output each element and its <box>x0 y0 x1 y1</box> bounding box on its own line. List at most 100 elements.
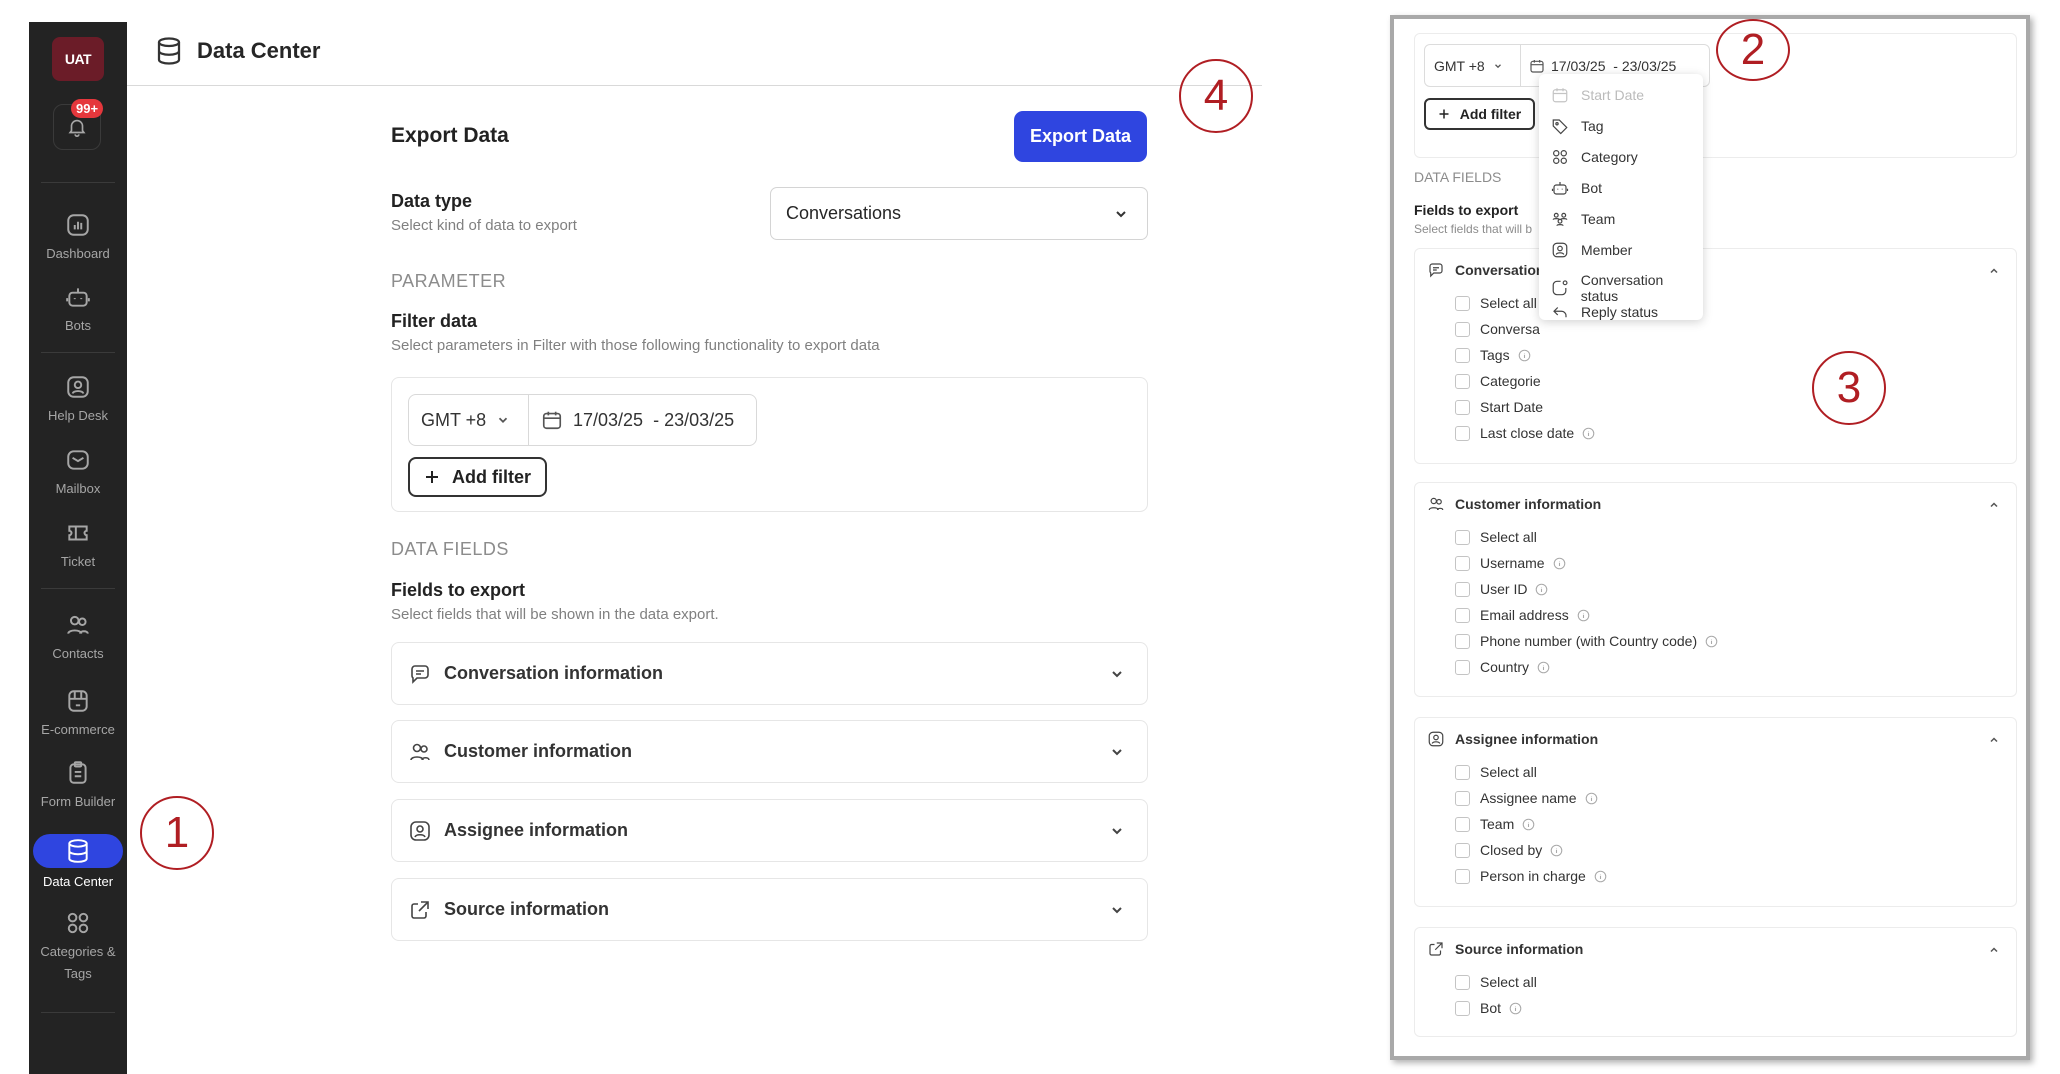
timezone-select[interactable]: GMT +8 <box>409 395 529 445</box>
field-checkbox-row[interactable]: Last close date <box>1455 425 1595 441</box>
field-group-header[interactable]: Source information <box>1427 940 1583 958</box>
field-checkbox-row[interactable]: Select all <box>1455 529 1537 545</box>
fields-to-export-help: Select fields that will be shown in the … <box>391 606 719 623</box>
filter-option-team[interactable]: Team <box>1551 210 1615 228</box>
fields-to-export-help: Select fields that will b <box>1414 222 1533 236</box>
field-label: Select all <box>1480 764 1537 780</box>
add-filter-button[interactable]: Add filter <box>408 457 547 497</box>
sidebar-item-ticket[interactable]: Ticket <box>29 520 127 573</box>
field-checkbox-row[interactable]: Select all <box>1455 764 1537 780</box>
sidebar-item-categories-tags[interactable]: Categories & Tags <box>29 910 127 985</box>
filter-option-label: Team <box>1581 211 1616 227</box>
checkbox[interactable] <box>1455 529 1470 545</box>
chevron-up-icon[interactable] <box>1988 734 2000 746</box>
filter-option-label: Start Date <box>1581 87 1645 103</box>
accordion-customer-information[interactable]: Customer information <box>391 720 1148 783</box>
checkbox[interactable] <box>1455 790 1470 806</box>
accordion-conversation-information[interactable]: Conversation information <box>391 642 1148 705</box>
checkbox[interactable] <box>1455 974 1470 990</box>
checkbox[interactable] <box>1455 321 1470 337</box>
contacts-icon <box>67 615 89 635</box>
chevron-down-icon <box>1494 63 1501 68</box>
checkbox[interactable] <box>1455 607 1470 623</box>
chevron-up-icon[interactable] <box>1988 499 2000 511</box>
field-label: Start Date <box>1480 399 1544 415</box>
sidebar-item-label: Mailbox <box>55 481 101 496</box>
sidebar-item-e-commerce[interactable]: E-commerce <box>29 688 127 741</box>
field-checkbox-row[interactable]: Tags <box>1455 347 1531 363</box>
add-filter-button[interactable]: Add filter <box>1424 98 1535 130</box>
info-icon <box>1585 792 1597 804</box>
sidebar-item-label: Ticket <box>60 554 96 569</box>
sidebar-item-help-desk[interactable]: Help Desk <box>29 374 127 427</box>
date-range-picker[interactable]: 17/03/25 - 23/03/25 <box>529 409 734 431</box>
checkbox[interactable] <box>1455 425 1470 441</box>
sidebar-item-data-center[interactable]: Data Center <box>29 834 127 893</box>
checkbox[interactable] <box>1455 633 1470 649</box>
field-checkbox-row[interactable]: Closed by <box>1455 842 1563 858</box>
field-checkbox-row[interactable]: Select all <box>1455 974 1537 990</box>
field-checkbox-row[interactable]: Categorie <box>1455 373 1541 389</box>
sidebar-item-dashboard[interactable]: Dashboard <box>29 212 127 265</box>
add-filter-label: Add filter <box>452 466 531 487</box>
checkbox[interactable] <box>1455 399 1470 415</box>
chevron-down-icon <box>499 417 508 423</box>
export-data-button[interactable]: Export Data <box>1014 111 1147 162</box>
accordion-assignee-information[interactable]: Assignee information <box>391 799 1148 862</box>
field-checkbox-row[interactable]: Email address <box>1455 607 1590 623</box>
fields-to-export-label: Fields to export <box>391 580 526 600</box>
checkbox[interactable] <box>1455 347 1470 363</box>
sidebar-item-mailbox[interactable]: Mailbox <box>29 447 127 500</box>
sidebar-item-form-builder[interactable]: Form Builder <box>29 760 127 813</box>
timezone-select[interactable]: GMT +8 <box>1425 45 1521 86</box>
field-checkbox-row[interactable]: Team <box>1455 816 1535 832</box>
checkbox[interactable] <box>1455 842 1470 858</box>
checkbox[interactable] <box>1455 373 1470 389</box>
field-group-assignee-information: Assignee information Select all Assignee… <box>1414 717 2017 907</box>
filter-option-conversation-status[interactable]: Conversation status <box>1551 272 1703 304</box>
field-checkbox-row[interactable]: Select all <box>1455 295 1537 311</box>
field-checkbox-row[interactable]: Conversa <box>1455 321 1540 337</box>
notification-badge: 99+ <box>71 99 104 118</box>
chevron-up-icon[interactable] <box>1988 944 2000 956</box>
store-icon <box>68 690 88 712</box>
field-group-header[interactable]: Assignee information <box>1427 730 1598 748</box>
field-checkbox-row[interactable]: Start Date <box>1455 399 1543 415</box>
filter-option-tag[interactable]: Tag <box>1551 117 1604 135</box>
app-logo[interactable]: UAT <box>52 37 104 81</box>
field-label: Select all <box>1480 974 1537 990</box>
checkbox[interactable] <box>1455 868 1470 884</box>
filter-option-label: Category <box>1581 149 1638 165</box>
team-icon <box>1552 212 1568 227</box>
field-label: Tags <box>1480 347 1510 363</box>
accordion-source-information[interactable]: Source information <box>391 878 1148 941</box>
checkbox[interactable] <box>1455 295 1470 311</box>
checkbox[interactable] <box>1455 555 1470 571</box>
filter-option-category[interactable]: Category <box>1551 148 1638 166</box>
field-group-header[interactable]: Customer information <box>1427 495 1601 513</box>
field-checkbox-row[interactable]: Username <box>1455 555 1566 571</box>
sidebar-item-contacts[interactable]: Contacts <box>29 612 127 665</box>
field-checkbox-row[interactable]: Phone number (with Country code) <box>1455 633 1718 649</box>
annotation-marker-1: 1 <box>140 796 214 870</box>
field-checkbox-row[interactable]: Assignee name <box>1455 790 1598 806</box>
field-group-header[interactable]: Conversation <box>1427 261 1544 279</box>
checkbox[interactable] <box>1455 764 1470 780</box>
data-type-select[interactable]: Conversations <box>770 187 1148 240</box>
field-checkbox-row[interactable]: User ID <box>1455 581 1548 597</box>
filter-option-member[interactable]: Member <box>1551 241 1632 259</box>
chevron-up-icon[interactable] <box>1988 265 2000 277</box>
field-checkbox-row[interactable]: Bot <box>1455 1000 1522 1016</box>
checkbox[interactable] <box>1455 659 1470 675</box>
parameter-section-heading: PARAMETER <box>391 271 507 291</box>
filter-option-bot[interactable]: Bot <box>1551 179 1602 197</box>
field-checkbox-row[interactable]: Person in charge <box>1455 868 1607 884</box>
checkbox[interactable] <box>1455 1000 1470 1016</box>
checkbox[interactable] <box>1455 816 1470 832</box>
field-checkbox-row[interactable]: Country <box>1455 659 1550 675</box>
filter-option-reply-status[interactable]: Reply status <box>1551 303 1658 321</box>
field-label: Username <box>1480 555 1545 571</box>
date-range-picker[interactable]: 17/03/25 - 23/03/25 <box>1521 58 1676 74</box>
checkbox[interactable] <box>1455 581 1470 597</box>
sidebar-item-bots[interactable]: Bots <box>29 284 127 337</box>
